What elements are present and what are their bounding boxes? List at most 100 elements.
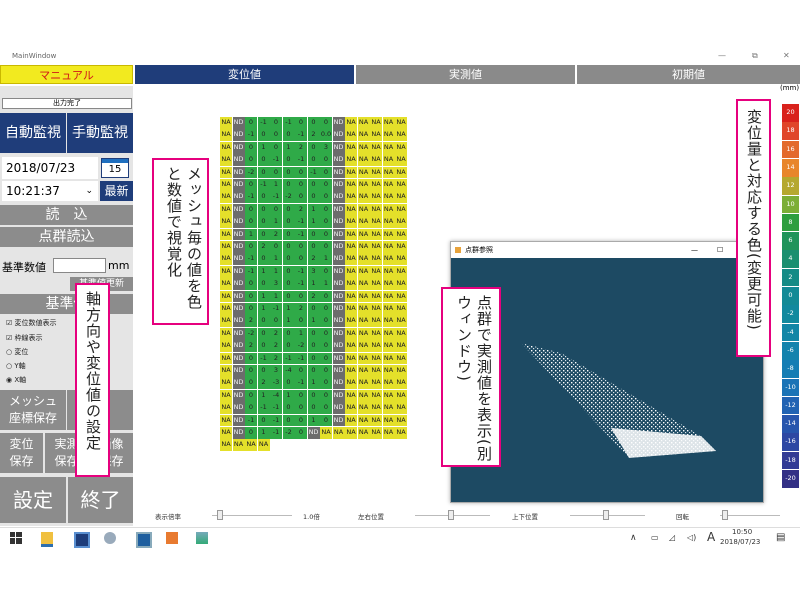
calendar-icon[interactable]: 15 [101, 158, 129, 178]
tab-measured[interactable]: 実測値 [356, 65, 575, 84]
legend-swatch[interactable]: 20 [782, 104, 799, 122]
grid-cell: 0 [282, 179, 295, 191]
grid-cell: 0 [307, 340, 320, 353]
rotate-slider-thumb[interactable] [722, 510, 728, 520]
grid-cell: ND [232, 216, 245, 229]
grid-cell: NA [220, 265, 232, 278]
grid-cell: 0 [320, 402, 332, 415]
chevron-up-icon[interactable]: ∧ [630, 533, 637, 543]
manual-monitor-button[interactable]: 手動監視 [67, 113, 133, 153]
radio-y-axis[interactable]: ○ Y軸 [6, 361, 26, 371]
exit-button[interactable]: 終了 [68, 477, 133, 523]
grid-cell: ND [232, 241, 245, 253]
radio-displacement[interactable]: ○ 変位 [6, 347, 28, 357]
legend-swatch[interactable]: 0 [782, 287, 799, 305]
legend-swatch[interactable]: 10 [782, 195, 799, 214]
lr-slider-thumb[interactable] [448, 510, 454, 520]
minimize-button[interactable]: — [718, 51, 726, 60]
legend-swatch[interactable]: -14 [782, 415, 799, 433]
mesh-save-button[interactable]: メッシュ 座標保存 [0, 390, 66, 430]
legend-swatch[interactable]: -4 [782, 323, 799, 342]
tab-manual[interactable]: マニュアル [0, 65, 133, 84]
grid-cell: NA [220, 278, 232, 291]
show-frame-checkbox[interactable]: ☑ 枠線表示 [6, 333, 43, 343]
legend-swatch[interactable]: -12 [782, 396, 799, 415]
volume-icon[interactable]: ◁) [687, 533, 696, 542]
grid-cell: NA [382, 402, 395, 415]
maximize-button[interactable]: ⧉ [752, 51, 758, 61]
pointcloud-app-icon[interactable] [166, 532, 178, 544]
grid-cell: -1 [245, 414, 257, 427]
base-value-input[interactable] [53, 258, 106, 273]
legend-swatch[interactable]: -20 [782, 470, 799, 488]
grid-cell: NA [220, 253, 232, 266]
close-button[interactable]: ✕ [783, 51, 790, 60]
legend-swatch[interactable]: 14 [782, 158, 799, 177]
image-viewer-icon[interactable] [196, 532, 208, 544]
legend-swatch[interactable]: 16 [782, 140, 799, 159]
checkbox-icon: ☑ [6, 334, 13, 342]
grid-cell: 0 [245, 389, 257, 402]
latest-button[interactable]: 最新 [100, 181, 133, 201]
checkbox-icon: ☑ [6, 319, 13, 327]
grid-cell: NA [345, 141, 357, 154]
radio-x-axis[interactable]: ◉ X軸 [6, 375, 26, 385]
grid-cell: NA [395, 427, 407, 439]
rotate-slider-track[interactable] [720, 515, 780, 516]
legend-swatch[interactable]: -18 [782, 451, 799, 470]
ud-label: 上下位置 [512, 513, 538, 521]
grid-cell: NA [345, 365, 357, 377]
legend-swatch[interactable]: -8 [782, 360, 799, 378]
ime-indicator[interactable]: A [707, 530, 715, 544]
clock-date[interactable]: 2018/07/23 [720, 538, 760, 546]
legend-swatch[interactable]: -2 [782, 305, 799, 323]
legend-swatch[interactable]: -10 [782, 378, 799, 397]
pointcloud-read-button[interactable]: 点群読込 [0, 227, 133, 247]
legend-swatch[interactable]: -16 [782, 433, 799, 452]
legend-swatch[interactable]: 8 [782, 213, 799, 232]
read-button[interactable]: 読 込 [0, 205, 133, 225]
grid-cell: NA [382, 365, 395, 377]
date-field[interactable]: 2018/07/23 [2, 157, 98, 179]
zoom-slider-thumb[interactable] [217, 510, 223, 520]
grid-cell: 0 [245, 241, 257, 253]
minimize-icon[interactable]: — [691, 242, 698, 258]
grid-cell: ND [332, 290, 345, 303]
grid-cell: NA [382, 166, 395, 179]
grid-cell: NA [220, 179, 232, 191]
grid-cell: NA [370, 166, 382, 179]
legend-swatch[interactable]: -6 [782, 341, 799, 360]
auto-monitor-button[interactable]: 自動監視 [0, 113, 66, 153]
settings-button[interactable]: 設定 [0, 477, 66, 523]
grid-cell: NA [345, 203, 357, 216]
grid-cell: 0 [307, 154, 320, 167]
disp-save-button[interactable]: 変位 保存 [0, 433, 43, 473]
clock-time[interactable]: 10:50 [732, 528, 752, 536]
network-icon[interactable]: ◿ [669, 533, 675, 542]
paint-icon[interactable] [104, 532, 116, 544]
zoom-slider-track[interactable] [212, 515, 292, 516]
notification-icon[interactable]: ▤ [776, 532, 785, 543]
windows-start-icon[interactable] [10, 532, 22, 544]
legend-swatch[interactable]: 4 [782, 250, 799, 269]
grid-cell: NA [370, 278, 382, 291]
battery-icon[interactable]: ▭ [651, 533, 659, 542]
app-window-icon[interactable] [74, 532, 90, 548]
legend-swatch[interactable]: 6 [782, 232, 799, 250]
tab-displacement[interactable]: 変位値 [135, 65, 354, 84]
grid-cell: 0 [282, 290, 295, 303]
ud-slider-thumb[interactable] [603, 510, 609, 520]
radio-icon: ○ [6, 348, 13, 356]
maximize-icon[interactable]: ☐ [717, 242, 723, 258]
grid-cell: NA [395, 265, 407, 278]
show-values-checkbox[interactable]: ☑ 変位数値表示 [6, 318, 57, 328]
time-field[interactable]: 10:21:37 ⌄ [2, 181, 98, 201]
file-explorer-icon[interactable] [41, 532, 53, 547]
legend-swatch[interactable]: 12 [782, 177, 799, 195]
app-icon[interactable] [136, 532, 152, 548]
grid-cell: 0 [320, 414, 332, 427]
legend-swatch[interactable]: 18 [782, 122, 799, 140]
legend-swatch[interactable]: 2 [782, 268, 799, 287]
tab-initial[interactable]: 初期値 [577, 65, 800, 84]
grid-cell: 0 [307, 365, 320, 377]
